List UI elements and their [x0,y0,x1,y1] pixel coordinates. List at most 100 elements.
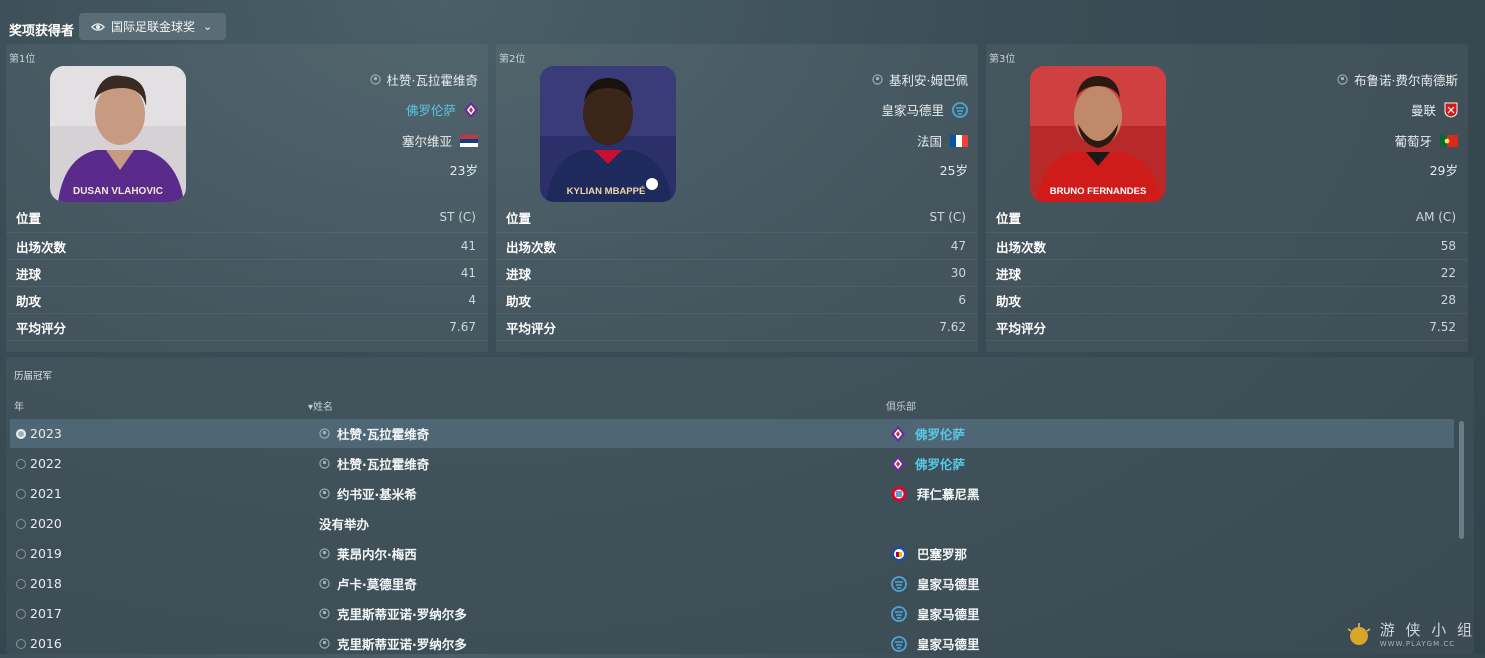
real-madrid-crest-icon [891,575,907,592]
player-age: 23岁 [449,163,478,178]
stat-assists: 助攻 4 [6,287,488,314]
column-header-club[interactable]: 俱乐部 [886,398,916,413]
real-madrid-crest-icon [952,101,968,118]
person-icon [319,578,330,589]
player-name[interactable]: 杜赞·瓦拉霍维奇 [387,70,478,89]
club-row[interactable]: 曼联 [1411,100,1458,119]
row-club[interactable]: 巴塞罗那 [891,544,967,563]
player-photo[interactable]: BRUNO FERNANDES [1030,66,1166,202]
row-club[interactable]: 佛罗伦萨 [891,454,965,473]
nationality-name[interactable]: 葡萄牙 [1394,131,1432,150]
player-photo[interactable]: KYLIAN MBAPPÉ [540,66,676,202]
age-row: 29岁 [1430,160,1458,179]
stat-appearances: 出场次数 41 [6,233,488,260]
stat-position: 位置 AM (C) [986,202,1468,233]
watermark-url: WWW.PLAYGM.CC [1379,640,1456,648]
stat-goals: 进球 30 [496,260,978,287]
row-year: 2017 [30,606,62,621]
row-club[interactable]: 皇家马德里 [891,604,980,623]
row-radio[interactable] [16,458,26,469]
table-row[interactable]: 2020 没有举办 [10,509,1454,538]
nationality-name[interactable]: 塞尔维亚 [402,131,452,150]
fiorentina-crest-icon [891,425,905,442]
table-row[interactable]: 2019 莱昂内尔·梅西 巴塞罗那 [10,539,1454,568]
row-year: 2016 [30,636,62,651]
row-radio[interactable] [16,428,26,439]
row-player[interactable]: 莱昂内尔·梅西 [319,544,891,563]
person-icon [319,548,330,559]
person-icon [1337,74,1348,85]
row-player[interactable]: 克里斯蒂亚诺·罗纳尔多 [319,604,891,623]
serbia-flag-icon [460,134,478,147]
row-year: 2018 [30,576,62,591]
player-name[interactable]: 基利安·姆巴佩 [889,70,968,89]
player-name-row[interactable]: 杜赞·瓦拉霍维奇 [369,70,478,89]
row-club[interactable]: 皇家马德里 [891,634,980,653]
award-selector-label: 国际足联金球奖 [111,20,196,34]
person-icon [319,638,330,649]
table-row[interactable]: 2022 杜赞·瓦拉霍维奇 佛罗伦萨 [10,449,1454,478]
club-row[interactable]: 佛罗伦萨 [406,100,478,119]
row-player[interactable]: 约书亚·基米希 [319,484,891,503]
player-name[interactable]: 布鲁诺·费尔南德斯 [1354,70,1458,89]
player-name-row[interactable]: 基利安·姆巴佩 [872,70,968,89]
france-flag-icon [950,134,968,147]
podium-card-1st: 第1位 DUSAN VLAHOVIC 杜赞·瓦拉霍维奇 佛罗伦萨 塞尔维亚 23… [6,44,488,352]
row-year: 2019 [30,546,62,561]
bayern-crest-icon [891,486,907,501]
column-header-name[interactable]: ▾姓名 [308,398,333,413]
row-radio[interactable] [16,608,26,619]
nationality-row[interactable]: 法国 [917,131,968,150]
rank-label: 第2位 [499,54,526,65]
row-club[interactable]: 佛罗伦萨 [891,424,965,443]
person-icon [319,428,330,439]
jersey-text: DUSAN VLAHOVIC [73,186,163,197]
row-club[interactable]: 皇家马德里 [891,574,980,593]
row-radio[interactable] [16,518,26,529]
column-header-year[interactable]: 年 [14,398,24,413]
player-name-row[interactable]: 布鲁诺·费尔南德斯 [1337,70,1458,89]
row-radio[interactable] [16,578,26,589]
row-year: 2020 [30,516,62,531]
table-row[interactable]: 2018 卢卡·莫德里奇 皇家马德里 [10,569,1454,598]
row-radio[interactable] [16,548,26,559]
top-bar: 奖项获得者 国际足联金球奖 ⌄ [0,12,1485,42]
row-radio[interactable] [16,488,26,499]
club-row[interactable]: 皇家马德里 [881,100,968,119]
person-icon [319,608,330,619]
player-age: 29岁 [1429,163,1458,178]
stat-goals: 进球 41 [6,260,488,287]
table-row[interactable]: 2017 克里斯蒂亚诺·罗纳尔多 皇家马德里 [10,599,1454,628]
club-name-link[interactable]: 曼联 [1411,100,1436,119]
watermark-text: 游 侠 小 组 [1379,621,1475,639]
club-name-link[interactable]: 佛罗伦萨 [406,100,456,119]
table-row[interactable]: 2021 约书亚·基米希 拜仁慕尼黑 [10,479,1454,508]
stat-appearances: 出场次数 47 [496,233,978,260]
row-radio[interactable] [16,638,26,649]
portugal-flag-icon [1440,134,1458,147]
award-selector-dropdown[interactable]: 国际足联金球奖 ⌄ [79,13,226,40]
watermark-logo-icon [1347,622,1371,645]
club-name-link[interactable]: 皇家马德里 [881,100,944,119]
nationality-row[interactable]: 葡萄牙 [1394,131,1458,150]
row-player[interactable]: 卢卡·莫德里奇 [319,574,891,593]
jersey-text: KYLIAN MBAPPÉ [567,186,646,197]
row-player[interactable]: 克里斯蒂亚诺·罗纳尔多 [319,634,891,653]
row-club[interactable]: 拜仁慕尼黑 [891,484,980,503]
scrollbar[interactable] [1459,421,1464,539]
row-player[interactable]: 杜赞·瓦拉霍维奇 [319,454,891,473]
stat-position: 位置 ST (C) [6,202,488,233]
rank-label: 第1位 [9,54,36,65]
fiorentina-crest-icon [464,101,478,118]
row-player: 没有举办 [319,517,370,532]
row-player[interactable]: 杜赞·瓦拉霍维奇 [319,424,891,443]
nationality-name[interactable]: 法国 [917,131,942,150]
table-row[interactable]: 2023 杜赞·瓦拉霍维奇 佛罗伦萨 [10,419,1454,448]
nationality-row[interactable]: 塞尔维亚 [402,131,478,150]
age-row: 23岁 [450,160,478,179]
player-photo[interactable]: DUSAN VLAHOVIC [50,66,186,202]
stats-list: 位置 AM (C) 出场次数 58 进球 22 助攻 28 平均评分 7.52 [986,202,1468,341]
stat-position: 位置 ST (C) [496,202,978,233]
podium-card-2nd: 第2位 KYLIAN MBAPPÉ 基利安·姆巴佩 皇家马德里 法国 25岁 位… [496,44,978,352]
stat-assists: 助攻 6 [496,287,978,314]
